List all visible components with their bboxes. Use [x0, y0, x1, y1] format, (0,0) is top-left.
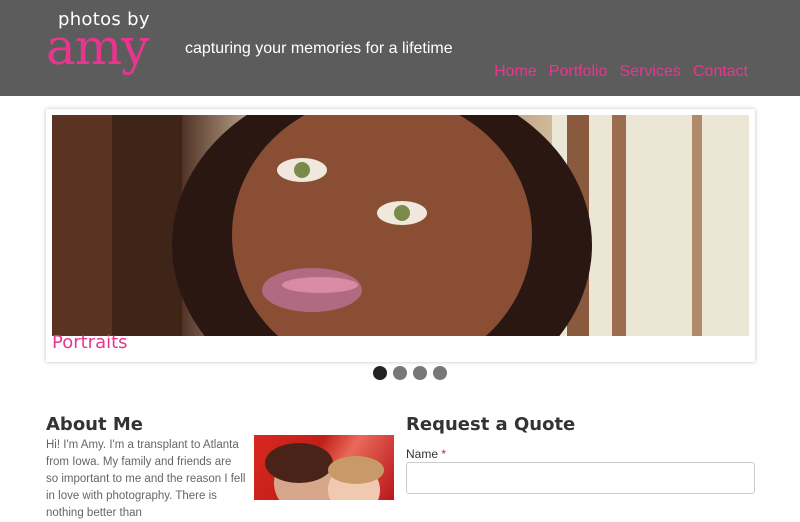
- slide-caption[interactable]: Portraits: [52, 332, 128, 353]
- quote-heading: Request a Quote: [406, 414, 576, 435]
- slider-dot-2[interactable]: [393, 366, 407, 380]
- site-header: photos by amy capturing your memories fo…: [0, 0, 800, 96]
- slider-dot-4[interactable]: [433, 366, 447, 380]
- about-photo-illustration: [265, 443, 384, 500]
- slider-dot-3[interactable]: [413, 366, 427, 380]
- nav-contact[interactable]: Contact: [693, 63, 748, 81]
- portrait-photo-illustration: [52, 115, 749, 336]
- slide-image[interactable]: [52, 115, 749, 336]
- slider-pagination: [373, 366, 447, 380]
- nav-portfolio[interactable]: Portfolio: [549, 63, 608, 81]
- required-marker: *: [441, 447, 447, 461]
- name-label-text: Name: [406, 447, 439, 461]
- logo-main[interactable]: amy: [46, 22, 149, 72]
- nav-services[interactable]: Services: [620, 63, 681, 81]
- name-input[interactable]: [406, 462, 755, 494]
- about-text: Hi! I'm Amy. I'm a transplant to Atlanta…: [46, 439, 246, 519]
- site-tagline: capturing your memories for a lifetime: [185, 40, 453, 57]
- image-slider: Portraits: [46, 109, 755, 362]
- about-heading: About Me: [46, 414, 143, 435]
- name-label: Name *: [406, 447, 446, 461]
- nav-home[interactable]: Home: [494, 63, 537, 81]
- about-photo: [254, 435, 394, 500]
- main-nav: Home Portfolio Services Contact: [494, 63, 748, 81]
- slider-dot-1[interactable]: [373, 366, 387, 380]
